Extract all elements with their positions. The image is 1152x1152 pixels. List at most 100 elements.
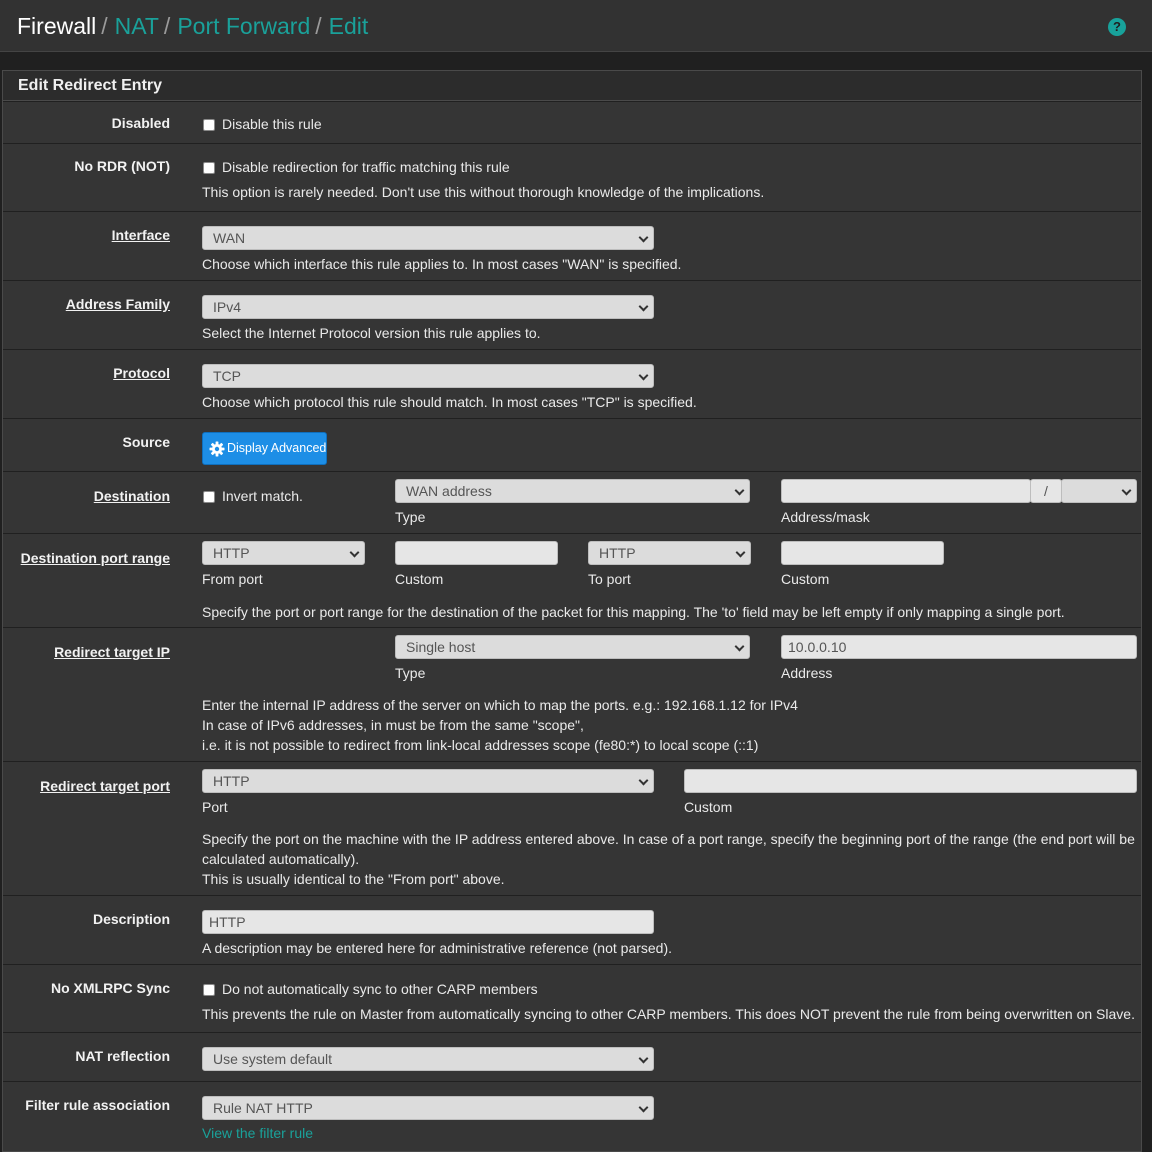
no-xmlrpc-sync-checkbox-label: Do not automatically sync to other CARP … [222,981,538,997]
redirect-ip-address-input[interactable]: 10.0.0.10 [781,635,1137,659]
to-port-select[interactable]: HTTP [588,541,751,565]
no-rdr-checkbox[interactable] [203,162,215,174]
destination-type-value: WAN address [406,483,492,499]
description-label: Description [92,911,170,927]
redirect-ip-type-caption: Type [395,665,426,681]
to-port-custom-input[interactable] [781,541,944,565]
filter-rule-association-select[interactable]: Rule NAT HTTP [202,1096,654,1120]
from-port-custom-input[interactable] [395,541,558,565]
destination-type-select[interactable]: WAN address [395,479,750,503]
breadcrumb-edit-link[interactable]: Edit [329,13,369,39]
interface-select[interactable]: WAN [202,226,654,250]
destination-label: Destination [93,488,170,504]
to-port-value: HTTP [599,545,636,561]
breadcrumb: Firewall / NAT / Port Forward / Edit [17,12,368,40]
row-redirect-target-port: Redirect target port HTTP Port Custom Sp… [3,761,1141,895]
chevron-down-icon [638,1102,649,1113]
description-help: A description may be entered here for ad… [202,940,673,956]
interface-select-value: WAN [213,230,246,246]
redirect-ip-address-caption: Address [781,665,833,681]
breadcrumb-separator: / [101,13,108,39]
from-port-caption: From port [202,571,263,587]
breadcrumb-firewall: Firewall [17,13,97,39]
protocol-select[interactable]: TCP [202,364,654,388]
disable-rule-checkbox-label: Disable this rule [222,116,322,132]
edit-redirect-panel: Edit Redirect Entry Disabled Disable thi… [2,70,1142,1152]
no-rdr-help: This option is rarely needed. Don't use … [202,184,765,200]
to-port-caption: To port [588,571,631,587]
redirect-ip-help-line1: Enter the internal IP address of the ser… [202,697,798,713]
nat-reflection-value: Use system default [213,1051,333,1067]
address-family-select-value: IPv4 [213,299,242,315]
address-family-label: Address Family [65,296,170,312]
row-protocol: Protocol TCP Choose which protocol this … [3,349,1141,418]
display-advanced-button[interactable]: Display Advanced [202,432,327,465]
interface-help: Choose which interface this rule applies… [202,256,682,272]
breadcrumb-port-forward-link[interactable]: Port Forward [177,13,310,39]
row-destination: Destination Invert match. WAN address Ty… [3,471,1141,533]
breadcrumb-nat-link[interactable]: NAT [115,13,159,39]
from-port-custom-caption: Custom [395,571,444,587]
address-family-select[interactable]: IPv4 [202,295,654,319]
chevron-down-icon [638,775,649,786]
row-no-xmlrpc-sync: No XMLRPC Sync Do not automatically sync… [3,964,1141,1032]
chevron-down-icon [638,1053,649,1064]
from-port-select[interactable]: HTTP [202,541,365,565]
protocol-select-value: TCP [213,368,241,384]
no-xmlrpc-sync-help: This prevents the rule on Master from au… [202,1006,1135,1022]
chevron-down-icon [638,370,649,381]
to-port-custom-caption: Custom [781,571,830,587]
no-rdr-label: No RDR (NOT) [74,158,170,174]
destination-type-caption: Type [395,509,426,525]
gear-icon [209,441,225,457]
redirect-port-select[interactable]: HTTP [202,769,654,793]
protocol-help: Choose which protocol this rule should m… [202,394,697,410]
interface-label: Interface [111,227,170,243]
panel-title: Edit Redirect Entry [3,71,1141,101]
no-xmlrpc-sync-label: No XMLRPC Sync [50,980,170,996]
redirect-ip-type-value: Single host [406,639,476,655]
row-address-family: Address Family IPv4 Select the Internet … [3,280,1141,349]
row-description: Description HTTP A description may be en… [3,895,1141,964]
redirect-port-custom-input[interactable] [684,769,1137,793]
disabled-label: Disabled [111,115,170,131]
chevron-down-icon [349,547,360,558]
redirect-ip-type-select[interactable]: Single host [395,635,750,659]
chevron-down-icon [638,232,649,243]
description-input[interactable]: HTTP [202,910,654,934]
redirect-port-custom-caption: Custom [684,799,733,815]
chevron-down-icon [734,641,745,652]
filter-rule-association-value: Rule NAT HTTP [213,1100,313,1116]
no-xmlrpc-sync-checkbox[interactable] [203,984,215,996]
destination-address-input[interactable] [781,479,1031,503]
disable-rule-checkbox[interactable] [203,119,215,131]
destination-mask-select[interactable] [1061,479,1137,503]
display-advanced-label: Display Advanced [227,441,327,455]
redirect-ip-help-line2: In case of IPv6 addresses, in must be fr… [202,717,584,733]
nat-reflection-label: NAT reflection [75,1048,170,1064]
page-header: Firewall / NAT / Port Forward / Edit ? [0,0,1152,52]
invert-match-checkbox[interactable] [203,491,215,503]
row-nat-reflection: NAT reflection Use system default [3,1032,1141,1081]
breadcrumb-separator: / [315,13,322,39]
filter-rule-association-label: Filter rule association [25,1097,170,1113]
redirect-target-port-label: Redirect target port [40,778,170,794]
row-filter-rule-association: Filter rule association Rule NAT HTTP Vi… [3,1081,1141,1152]
row-no-rdr: No RDR (NOT) Disable redirection for tra… [3,143,1141,211]
nat-reflection-select[interactable]: Use system default [202,1047,654,1071]
address-family-help: Select the Internet Protocol version thi… [202,325,541,341]
chevron-down-icon [734,485,745,496]
destination-mask-separator: / [1030,479,1062,503]
redirect-port-help-line2: calculated automatically). [202,851,360,867]
destination-port-range-label: Destination port range [20,550,170,566]
destination-port-help: Specify the port or port range for the d… [202,604,1065,620]
redirect-target-ip-label: Redirect target IP [54,644,170,660]
redirect-port-help-line3: This is usually identical to the "From p… [202,871,505,887]
chevron-down-icon [638,301,649,312]
from-port-value: HTTP [213,545,250,561]
protocol-label: Protocol [113,365,170,381]
view-filter-rule-link[interactable]: View the filter rule [202,1125,313,1141]
redirect-port-help-line1: Specify the port on the machine with the… [202,831,1135,847]
help-icon[interactable]: ? [1108,18,1126,36]
destination-address-caption: Address/mask [781,509,870,525]
